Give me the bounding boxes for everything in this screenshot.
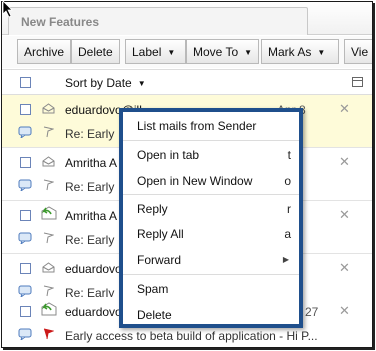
- caret-icon: ▼: [167, 48, 176, 57]
- list-header: Sort by Date ▼: [2, 69, 372, 95]
- row-checkbox[interactable]: [20, 210, 31, 221]
- move-to-label: Move To: [193, 45, 239, 59]
- tab-title: New Features: [21, 15, 100, 29]
- label-label: Label: [132, 45, 162, 59]
- submenu-arrow-icon: ▶: [282, 255, 289, 264]
- row-date: 27: [305, 305, 319, 319]
- menu-item-label: Reply All: [137, 227, 184, 241]
- select-all-checkbox[interactable]: [20, 77, 31, 88]
- flag-icon[interactable]: [42, 285, 54, 297]
- context-menu: List mails from Sender Open in tab t Ope…: [119, 108, 303, 328]
- close-icon[interactable]: ✕: [339, 207, 350, 223]
- row-sender: Amritha A: [65, 209, 118, 223]
- close-icon[interactable]: ✕: [339, 303, 350, 319]
- cursor-icon: [2, 0, 13, 18]
- delete-button[interactable]: Delete: [71, 39, 120, 64]
- mark-as-dropdown[interactable]: Mark As ▼: [261, 39, 339, 64]
- menu-item-reply-all[interactable]: Reply All a: [123, 222, 299, 246]
- menu-separator: [123, 274, 299, 275]
- caret-icon: ▼: [137, 79, 146, 88]
- row-checkbox[interactable]: [20, 157, 31, 168]
- menu-item-forward[interactable]: Forward ▶: [123, 248, 299, 272]
- menu-item-shortcut: a: [284, 227, 291, 241]
- menu-item-label: Open in New Window: [137, 174, 253, 188]
- envelope-icon: [42, 262, 55, 273]
- label-dropdown[interactable]: Label ▼: [125, 39, 186, 64]
- reply-icon: [41, 302, 57, 316]
- flag-icon[interactable]: [42, 232, 54, 244]
- menu-separator: [123, 140, 299, 141]
- flag-icon[interactable]: [42, 328, 54, 340]
- menu-separator: [123, 194, 299, 195]
- menu-item-shortcut: r: [287, 202, 291, 216]
- chat-icon[interactable]: [18, 328, 32, 340]
- menu-item-delete[interactable]: Delete: [123, 303, 299, 327]
- close-icon[interactable]: ✕: [339, 260, 350, 276]
- mail-window: New Features Archive Delete Label ▼ Move …: [1, 1, 373, 348]
- archive-label: Archive: [24, 45, 65, 59]
- menu-item-open-in-tab[interactable]: Open in tab t: [123, 143, 299, 167]
- chat-icon[interactable]: [18, 179, 32, 191]
- menu-item-shortcut: t: [287, 148, 291, 162]
- envelope-icon: [42, 156, 55, 167]
- menu-item-label: Spam: [137, 282, 169, 296]
- mark-as-label: Mark As: [268, 45, 312, 59]
- row-subject: Re: Early: [65, 180, 115, 194]
- delete-label: Delete: [78, 45, 113, 59]
- row-sender: eduardovo: [65, 262, 122, 276]
- close-icon[interactable]: ✕: [339, 101, 350, 117]
- sort-label: Sort by Date: [65, 76, 132, 90]
- close-icon[interactable]: ✕: [339, 154, 350, 170]
- menu-item-label: Open in tab: [137, 148, 200, 162]
- row-checkbox[interactable]: [20, 263, 31, 274]
- chat-icon[interactable]: [18, 126, 32, 138]
- move-to-dropdown[interactable]: Move To ▼: [186, 39, 259, 64]
- sort-by-date-dropdown[interactable]: Sort by Date ▼: [65, 76, 146, 90]
- menu-item-shortcut: o: [284, 174, 291, 188]
- caret-icon: ▼: [317, 48, 326, 57]
- tab-new-features[interactable]: New Features: [8, 7, 308, 35]
- row-sender: eduardovo: [65, 305, 122, 319]
- menu-item-reply[interactable]: Reply r: [123, 197, 299, 221]
- row-subject: Re: Early: [65, 127, 115, 141]
- menu-item-open-in-new-window[interactable]: Open in New Window o: [123, 169, 299, 193]
- view-button[interactable]: Vie: [344, 39, 372, 64]
- menu-item-label: Reply: [137, 202, 168, 216]
- caret-icon: ▼: [244, 48, 253, 57]
- envelope-icon: [42, 103, 55, 114]
- menu-item-label: List mails from Sender: [137, 119, 257, 133]
- row-checkbox[interactable]: [20, 306, 31, 317]
- flag-icon[interactable]: [42, 126, 54, 138]
- row-subject: Re: Early: [65, 233, 115, 247]
- columns-icon[interactable]: [352, 77, 363, 87]
- row-checkbox[interactable]: [20, 104, 31, 115]
- menu-item-label: Delete: [137, 308, 172, 322]
- reply-icon: [41, 206, 57, 220]
- archive-button[interactable]: Archive: [17, 39, 72, 64]
- chat-icon[interactable]: [18, 285, 32, 297]
- row-sender: Amritha A: [65, 156, 118, 170]
- view-label: Vie: [351, 45, 369, 59]
- toolbar: Archive Delete Label ▼ Move To ▼ Mark As ▼ …: [2, 36, 372, 68]
- chat-icon[interactable]: [18, 232, 32, 244]
- tab-bar: New Features: [2, 2, 372, 35]
- flag-icon[interactable]: [42, 179, 54, 191]
- row-subject: Early access to beta build of applicatio…: [65, 329, 318, 343]
- menu-item-spam[interactable]: Spam: [123, 277, 299, 301]
- menu-item-label: Forward: [137, 253, 182, 267]
- menu-item-list-mails-from-sender[interactable]: List mails from Sender: [123, 114, 299, 138]
